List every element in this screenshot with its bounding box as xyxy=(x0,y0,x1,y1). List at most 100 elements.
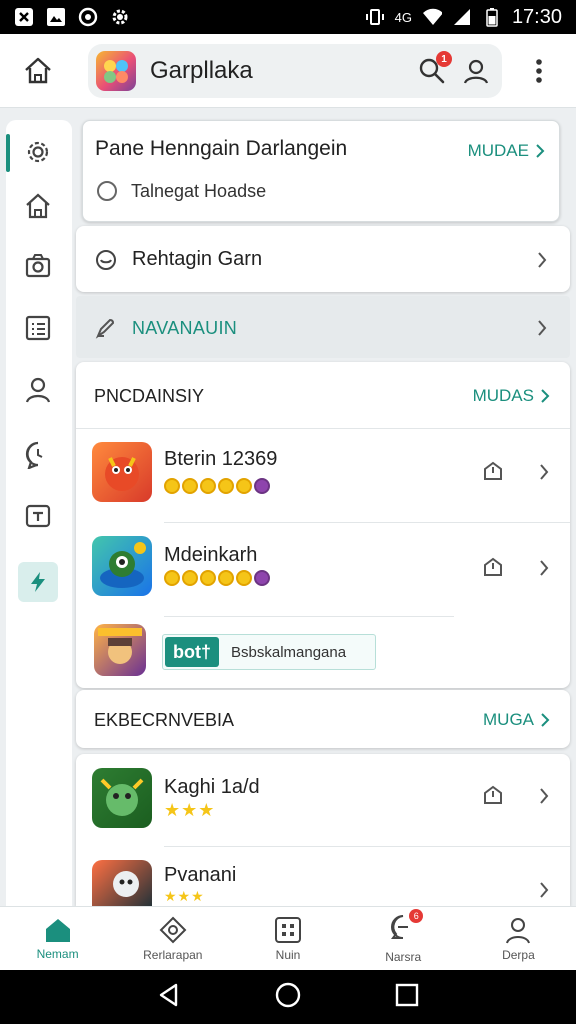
recents-icon[interactable] xyxy=(394,982,420,1013)
rail-arrow-box-icon[interactable] xyxy=(18,496,58,536)
settings-card-more-link[interactable]: MUDAE xyxy=(468,141,545,161)
rail-camera-icon[interactable] xyxy=(18,246,58,286)
game-title: Kaghi 1a/d xyxy=(164,776,260,798)
section-more-label: MUGA xyxy=(483,710,534,729)
game-thumbnail[interactable] xyxy=(92,860,152,906)
divider xyxy=(164,522,570,523)
radio-label: Talnegat Hoadse xyxy=(131,181,267,201)
chevron-right-icon xyxy=(541,713,550,727)
rail-chat-icon[interactable] xyxy=(18,434,58,474)
app-title: Garpllaka xyxy=(150,57,253,84)
nav-item-home[interactable]: Nemam xyxy=(0,907,115,970)
home-icon[interactable] xyxy=(18,51,58,91)
chevron-right-icon[interactable] xyxy=(534,462,554,482)
game-thumbnail[interactable] xyxy=(92,768,152,828)
wifi-icon xyxy=(422,7,442,27)
share-icon[interactable] xyxy=(480,554,506,580)
section-more-link[interactable]: MUDAS xyxy=(473,386,550,406)
vibrate-icon xyxy=(365,7,385,27)
profile-icon xyxy=(506,917,531,943)
image-icon xyxy=(46,7,66,27)
rail-home-icon[interactable] xyxy=(18,186,58,226)
system-nav-bar xyxy=(0,970,576,1024)
app-logo-icon xyxy=(96,51,136,91)
bottom-nav: Nemam Rerlarapan Nuin 6 Narsra Derpa xyxy=(0,906,576,970)
search-notification-icon[interactable]: 1 xyxy=(418,51,452,85)
compass-icon xyxy=(159,916,187,943)
divider xyxy=(76,428,570,429)
promo-banner[interactable]: bot† Bsbskalmangana xyxy=(162,634,376,670)
game-title: Pvanani xyxy=(164,864,237,886)
navanauin-row[interactable]: NAVANAUIN xyxy=(76,296,570,358)
data-saver-icon xyxy=(78,7,98,27)
more-options-icon[interactable] xyxy=(524,56,554,86)
nav-item-messages[interactable]: 6 Narsra xyxy=(346,907,461,970)
rocket-icon xyxy=(94,316,118,340)
section-ekbecrnvebia: EKBECRNVEBIA MUGA xyxy=(76,690,570,748)
rehtagin-row[interactable]: Rehtagin Garn xyxy=(76,226,570,292)
home-circle-icon[interactable] xyxy=(274,981,302,1014)
coin-icon xyxy=(164,478,180,494)
game-thumbnail[interactable] xyxy=(92,536,152,596)
rail-settings-icon[interactable] xyxy=(18,132,58,172)
promo-badge: bot† xyxy=(165,637,219,667)
chevron-right-icon[interactable] xyxy=(534,880,554,900)
game-title: Bterin 12369 xyxy=(164,448,278,470)
coin-icon xyxy=(236,570,252,586)
status-bar: 4G 17:30 xyxy=(0,0,576,34)
chevron-right-icon xyxy=(536,144,545,158)
promo-thumbnail[interactable] xyxy=(94,624,146,676)
share-icon[interactable] xyxy=(480,782,506,808)
settings-card-title: Pane Henngain Darlangein xyxy=(95,137,348,160)
nav-label: Narsra xyxy=(385,950,422,964)
status-time: 17:30 xyxy=(511,5,562,28)
coin-icon xyxy=(182,478,198,494)
section-more-label: MUDAS xyxy=(472,386,534,405)
rail-profile-icon[interactable] xyxy=(18,370,58,410)
star-rating: ★★★ xyxy=(164,888,205,904)
app-header-pill[interactable]: Garpllaka 1 xyxy=(88,44,502,98)
coin-rating xyxy=(164,478,270,494)
section-title: PNCDAINSIY xyxy=(94,386,205,406)
settings-card-more-label: MUDAE xyxy=(467,141,529,160)
battery-icon xyxy=(482,7,502,27)
nav-label: Nemam xyxy=(36,946,79,961)
chevron-right-icon xyxy=(532,318,552,338)
navanauin-label: NAVANAUIN xyxy=(132,318,238,338)
nav-label: Derpa xyxy=(502,947,535,962)
chevron-right-icon[interactable] xyxy=(534,558,554,578)
account-icon[interactable] xyxy=(462,57,490,85)
promo-text: Bsbskalmangana xyxy=(231,644,347,661)
radio-button[interactable] xyxy=(97,181,117,201)
coin-icon xyxy=(200,570,216,586)
game-thumbnail[interactable] xyxy=(92,442,152,502)
coin-icon xyxy=(218,570,234,586)
notification-x-icon xyxy=(14,7,34,27)
chevron-right-icon[interactable] xyxy=(534,786,554,806)
section-ekbecrnvebia-list: Kaghi 1a/d ★★★ Pvanani ★★★ xyxy=(76,754,570,906)
smiley-icon xyxy=(94,248,118,272)
nav-label: Rerlarapan xyxy=(143,947,203,962)
side-rail xyxy=(6,120,72,906)
share-icon[interactable] xyxy=(480,458,506,484)
home-icon xyxy=(45,918,70,942)
signal-icon xyxy=(452,7,472,27)
section-more-link[interactable]: MUGA xyxy=(483,710,550,730)
notification-badge: 1 xyxy=(436,51,452,67)
rail-bolt-icon[interactable] xyxy=(18,562,58,602)
nav-item-profile[interactable]: Derpa xyxy=(461,907,576,970)
coin-icon xyxy=(182,570,198,586)
coin-icon xyxy=(200,478,216,494)
coin-icon xyxy=(164,570,180,586)
rehtagin-label: Rehtagin Garn xyxy=(132,248,263,270)
rail-list-icon[interactable] xyxy=(18,308,58,348)
coin-rating xyxy=(164,570,270,586)
rail-active-indicator xyxy=(6,134,10,172)
nav-item-grid[interactable]: Nuin xyxy=(230,907,345,970)
app-bar: Garpllaka 1 xyxy=(0,34,576,108)
network-type: 4G xyxy=(394,9,412,25)
back-icon[interactable] xyxy=(156,982,182,1013)
chevron-right-icon xyxy=(541,389,550,403)
nav-item-explore[interactable]: Rerlarapan xyxy=(115,907,230,970)
game-title: Mdeinkarh xyxy=(164,544,258,566)
